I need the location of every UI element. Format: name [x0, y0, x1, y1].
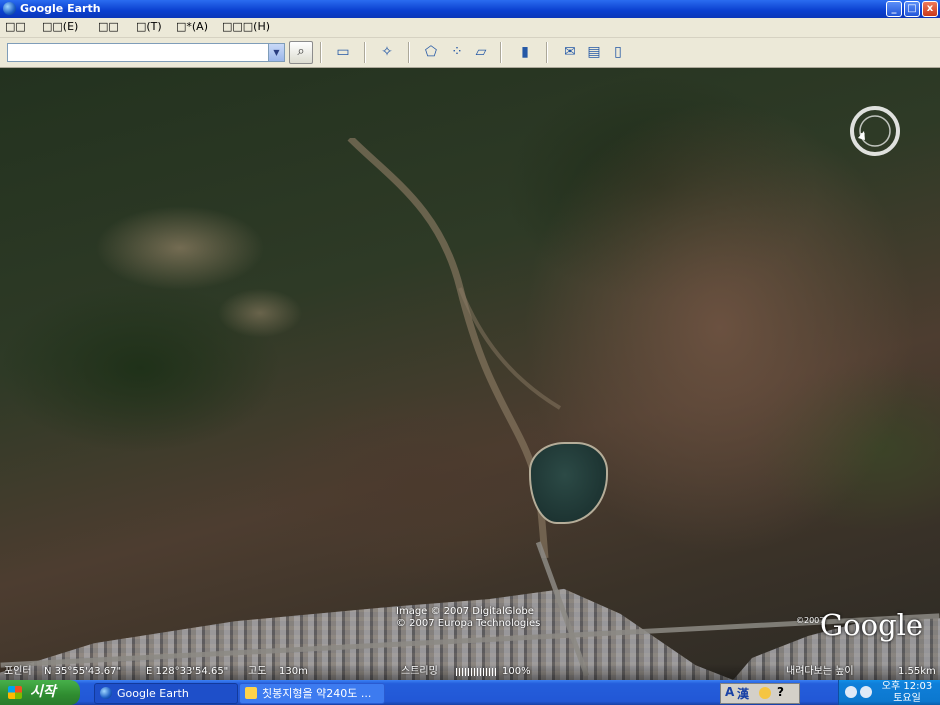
toolbar-separator — [546, 42, 548, 63]
imagery-copyright: Image © 2007 DigitalGlobe © 2007 Europa … — [396, 606, 540, 630]
taskbar-item-document[interactable]: 칫봉지형을 약240도 ... — [239, 683, 385, 704]
menu-bar: □□ □□(E) □□ □(T) □*(A) □□□(H) — [0, 18, 940, 38]
elevation-label: 고도 — [248, 666, 267, 677]
navigation-compass[interactable]: N — [848, 104, 902, 158]
tray-volume-icon[interactable] — [860, 686, 872, 698]
close-button[interactable]: x — [922, 1, 938, 17]
overlay-add-icon[interactable]: ▱ — [472, 44, 490, 60]
toolbar-separator — [364, 42, 366, 63]
chevron-down-icon[interactable]: ▼ — [268, 44, 284, 61]
document-icon — [245, 687, 257, 699]
sidebar-toggle-icon[interactable]: ▭ — [334, 44, 352, 60]
streaming-progress-bar — [456, 668, 496, 676]
magnifier-icon: ⌕ — [297, 44, 305, 59]
tray-network-icon[interactable] — [845, 686, 857, 698]
pointer-label: 포인터 — [4, 666, 32, 677]
search-button[interactable]: ⌕ — [289, 41, 313, 64]
window-controls: _ □ x — [886, 1, 938, 17]
earth-3d-view[interactable]: N Image © 2007 DigitalGlobe © 2007 Europ… — [0, 68, 940, 680]
help-icon[interactable]: ? — [777, 685, 784, 699]
taskbar-item-label: Google Earth — [117, 687, 189, 700]
windows-taskbar: 시작 Google Earth 칫봉지형을 약240도 ... A 漢 ? 오후… — [0, 680, 940, 705]
eye-altitude-readout: 1.55km — [898, 666, 936, 677]
windows-logo-icon — [8, 686, 22, 699]
title-bar[interactable]: Google Earth _ □ x — [0, 0, 940, 18]
placemark-add-icon[interactable]: ✧ — [378, 44, 396, 60]
google-earth-icon — [100, 687, 112, 699]
toolbar: ▼ ⌕ ▭ ✧ ⬠ ⁘ ▱ ▮ ✉ ▤ ▯ — [0, 38, 940, 68]
search-input[interactable] — [8, 44, 272, 61]
input-mode-indicator[interactable]: A — [725, 685, 734, 699]
maximize-button[interactable]: □ — [904, 1, 920, 17]
window-title: Google Earth — [20, 2, 101, 15]
ime-icon[interactable] — [759, 687, 771, 699]
taskbar-clock[interactable]: 오후 12:03 토요일 — [875, 680, 939, 705]
minimize-button[interactable]: _ — [886, 1, 902, 17]
language-bar[interactable]: A 漢 ? — [720, 683, 800, 704]
elevation-readout: 130m — [279, 666, 308, 677]
eye-altitude-label: 내려다보는 높이 — [786, 666, 854, 677]
menu-add[interactable]: □*(A) — [176, 20, 208, 33]
menu-edit[interactable]: □□(E) — [42, 20, 78, 33]
menu-file[interactable]: □□ — [5, 20, 26, 33]
menu-tools[interactable]: □(T) — [136, 20, 162, 33]
taskbar-item-label: 칫봉지형을 약240도 ... — [262, 687, 372, 700]
copyright-line-1: Image © 2007 DigitalGlobe — [396, 606, 534, 617]
maps-view-icon[interactable]: ▯ — [609, 44, 627, 60]
email-icon[interactable]: ✉ — [561, 44, 579, 60]
polygon-add-icon[interactable]: ⬠ — [422, 44, 440, 60]
streaming-label: 스트리밍 — [401, 666, 438, 677]
path-add-icon[interactable]: ⁘ — [448, 44, 466, 60]
google-logo: Google — [820, 608, 924, 642]
print-icon[interactable]: ▤ — [585, 44, 603, 60]
taskbar-item-google-earth[interactable]: Google Earth — [94, 683, 238, 704]
clock-day: 토요일 — [893, 693, 921, 704]
google-earth-app-icon[interactable] — [3, 2, 16, 15]
ruler-icon[interactable]: ▮ — [516, 44, 534, 60]
streaming-percent: 100% — [502, 666, 531, 677]
compass-north-label: N — [860, 132, 865, 140]
start-button[interactable]: 시작 — [0, 680, 80, 705]
longitude-readout: E 128°33'54.65" — [146, 666, 229, 677]
toolbar-separator — [408, 42, 410, 63]
copyright-line-2: © 2007 Europa Technologies — [396, 618, 541, 629]
search-combobox[interactable]: ▼ — [7, 43, 285, 62]
latitude-readout: N 35°55'43.67" — [44, 666, 122, 677]
menu-help[interactable]: □□□(H) — [222, 20, 270, 33]
system-tray: 오후 12:03 토요일 — [838, 680, 940, 705]
toolbar-separator — [500, 42, 502, 63]
start-label: 시작 — [30, 684, 56, 700]
menu-view[interactable]: □□ — [98, 20, 119, 33]
clock-time: 오후 12:03 — [881, 681, 933, 692]
hanja-indicator[interactable]: 漢 — [737, 685, 749, 702]
status-bar: 포인터 N 35°55'43.67" E 128°33'54.65" 고도 13… — [0, 664, 940, 680]
toolbar-separator — [320, 42, 322, 63]
